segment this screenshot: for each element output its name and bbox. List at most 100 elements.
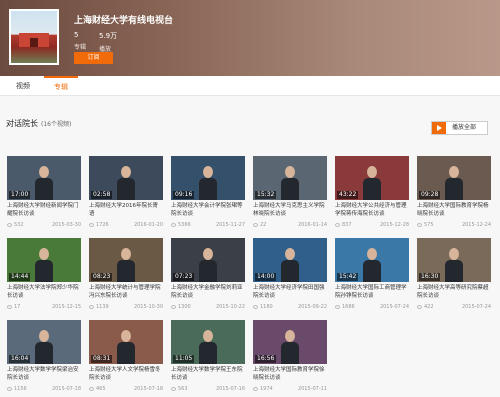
video-views: 1180 [260, 304, 273, 310]
views-icon [89, 223, 94, 227]
play-all-button[interactable]: 播放全部 [431, 121, 488, 135]
video-meta: 1156 2015-07-18 [7, 385, 81, 393]
video-views: 837 [342, 222, 352, 228]
video-duration: 14:00 [255, 273, 277, 281]
video-thumbnail[interactable]: 16:30 [417, 238, 491, 282]
play-icon [432, 122, 446, 134]
video-duration: 08:23 [91, 273, 113, 281]
video-thumbnail[interactable]: 08:31 [89, 320, 163, 364]
video-thumbnail[interactable]: 14:44 [7, 238, 81, 282]
video-card[interactable]: 15:32 上海财经大学马克思主义学院林晓院长访谈 22 2016-01-14 [253, 156, 327, 231]
video-title[interactable]: 上海财经大学高等研究院蔡超院长访谈 [417, 284, 491, 300]
video-title[interactable]: 上海财经大学国际工商管理学院孙铮院长访谈 [335, 284, 409, 300]
video-date: 2015-07-11 [297, 386, 327, 392]
views-icon [253, 223, 258, 227]
video-date: 2016-01-20 [133, 222, 163, 228]
views-icon [253, 387, 258, 391]
video-card[interactable]: 14:00 上海财经大学经济学院田国强院长访谈 1180 2015-09-22 [253, 238, 327, 313]
video-meta: 837 2015-12-28 [335, 221, 409, 229]
video-card[interactable]: 16:30 上海财经大学高等研究院蔡超院长访谈 422 2015-07-24 [417, 238, 491, 313]
plays-count: 5.9万 [99, 32, 118, 40]
video-views: 1300 [178, 304, 191, 310]
views-icon [253, 305, 258, 309]
video-card[interactable]: 11:05 上海财经大学数学学院王东院长访谈 563 2015-07-16 [171, 320, 245, 395]
video-title[interactable]: 上海财经大学统计与管理学院冯兴东院长访谈 [89, 284, 163, 300]
video-thumbnail[interactable]: 07:23 [171, 238, 245, 282]
video-title[interactable]: 上海财经大学法学院郑少华院长访谈 [7, 284, 81, 300]
video-meta: 532 2015-03-30 [7, 221, 81, 229]
views-icon [7, 223, 12, 227]
video-title[interactable]: 上海财经大学国际教育学院杨晓院长访谈 [417, 202, 491, 218]
views-icon [171, 305, 176, 309]
video-title[interactable]: 上海财经大学马克思主义学院林晓院长访谈 [253, 202, 327, 218]
video-card[interactable]: 02:58 上海财经大学2016年院长寄语 1726 2016-01-20 [89, 156, 163, 231]
video-title[interactable]: 上海财经大学财经新闻学院门耀院长访谈 [7, 202, 81, 218]
video-title[interactable]: 上海财经大学会计学院张珺等院长访谈 [171, 202, 245, 218]
video-title[interactable]: 上海财经大学金融学院刘莉亚院长访谈 [171, 284, 245, 300]
presenter-figure [281, 248, 299, 282]
video-thumbnail[interactable]: 16:04 [7, 320, 81, 364]
video-views: 465 [96, 386, 106, 392]
video-card[interactable]: 17:00 上海财经大学财经新闻学院门耀院长访谈 532 2015-03-30 [7, 156, 81, 231]
video-duration: 02:58 [91, 191, 113, 199]
video-title[interactable]: 上海财经大学经济学院田国强院长访谈 [253, 284, 327, 300]
video-duration: 16:04 [9, 355, 31, 363]
video-date: 2015-12-24 [461, 222, 491, 228]
video-card[interactable]: 16:56 上海财经大学国际教育学院徐晓院长访谈 1974 2015-07-11 [253, 320, 327, 395]
channel-title: 上海财经大学有线电视台 [74, 16, 174, 26]
video-duration: 09:16 [173, 191, 195, 199]
tab-videos[interactable]: 视频 [6, 76, 40, 96]
video-thumbnail[interactable]: 14:00 [253, 238, 327, 282]
video-title[interactable]: 上海财经大学数学学院梁治安院长访谈 [7, 366, 81, 382]
video-thumbnail[interactable]: 02:58 [89, 156, 163, 200]
video-card[interactable]: 09:28 上海财经大学国际教育学院杨晓院长访谈 575 2015-12-24 [417, 156, 491, 231]
video-title[interactable]: 上海财经大学2016年院长寄语 [89, 202, 163, 218]
video-thumbnail[interactable]: 09:16 [171, 156, 245, 200]
tab-albums[interactable]: 专辑 [44, 76, 78, 96]
presenter-figure [199, 248, 217, 282]
video-title[interactable]: 上海财经大学国际教育学院徐晓院长访谈 [253, 366, 327, 382]
video-views: 1726 [96, 222, 109, 228]
video-title[interactable]: 上海财经大学数学学院王东院长访谈 [171, 366, 245, 382]
video-meta: 17 2015-12-15 [7, 303, 81, 311]
section-title: 对话院长 [6, 119, 38, 128]
video-meta: 1300 2015-10-22 [171, 303, 245, 311]
section-header: 对话院长 (16个视频) [6, 118, 71, 129]
video-thumbnail[interactable]: 15:32 [253, 156, 327, 200]
video-thumbnail[interactable]: 11:05 [171, 320, 245, 364]
presenter-figure [363, 248, 381, 282]
video-title[interactable]: 上海财经大学公共经济与管理学院蒋传海院长访谈 [335, 202, 409, 218]
presenter-figure [199, 166, 217, 200]
video-meta: 1974 2015-07-11 [253, 385, 327, 393]
video-duration: 08:31 [91, 355, 113, 363]
video-card[interactable]: 43:22 上海财经大学公共经济与管理学院蒋传海院长访谈 837 2015-12-28 [335, 156, 409, 231]
channel-logo [9, 9, 59, 65]
video-card[interactable]: 07:23 上海财经大学金融学院刘莉亚院长访谈 1300 2015-10-22 [171, 238, 245, 313]
video-card[interactable]: 16:04 上海财经大学数学学院梁治安院长访谈 1156 2015-07-18 [7, 320, 81, 395]
video-meta: 1686 2015-07-24 [335, 303, 409, 311]
video-card[interactable]: 15:42 上海财经大学国际工商管理学院孙铮院长访谈 1686 2015-07-24 [335, 238, 409, 313]
video-card[interactable]: 09:16 上海财经大学会计学院张珺等院长访谈 5366 2015-11-27 [171, 156, 245, 231]
video-date: 2015-12-28 [379, 222, 409, 228]
video-thumbnail[interactable]: 09:28 [417, 156, 491, 200]
presenter-figure [35, 248, 53, 282]
views-icon [89, 387, 94, 391]
album-content: 对话院长 (16个视频) 播放全部 17:00 上海财经大学财经新闻学院门耀院长访谈… [0, 96, 500, 397]
video-thumbnail[interactable]: 17:00 [7, 156, 81, 200]
video-card[interactable]: 14:44 上海财经大学法学院郑少华院长访谈 17 2015-12-15 [7, 238, 81, 313]
video-meta: 465 2015-07-18 [89, 385, 163, 393]
section-count: (16个视频) [41, 121, 72, 128]
video-date: 2015-12-15 [51, 304, 81, 310]
subscribe-button[interactable]: 订阅 [74, 52, 113, 64]
video-duration: 16:30 [419, 273, 441, 281]
video-thumbnail[interactable]: 16:56 [253, 320, 327, 364]
presenter-figure [35, 330, 53, 364]
video-thumbnail[interactable]: 43:22 [335, 156, 409, 200]
video-card[interactable]: 08:31 上海财经大学人文学院杨雪冬院长访谈 465 2015-07-18 [89, 320, 163, 395]
video-card[interactable]: 08:23 上海财经大学统计与管理学院冯兴东院长访谈 1139 2015-10-30 [89, 238, 163, 313]
video-duration: 43:22 [337, 191, 359, 199]
video-thumbnail[interactable]: 08:23 [89, 238, 163, 282]
video-title[interactable]: 上海财经大学人文学院杨雪冬院长访谈 [89, 366, 163, 382]
presenter-figure [281, 166, 299, 200]
video-thumbnail[interactable]: 15:42 [335, 238, 409, 282]
